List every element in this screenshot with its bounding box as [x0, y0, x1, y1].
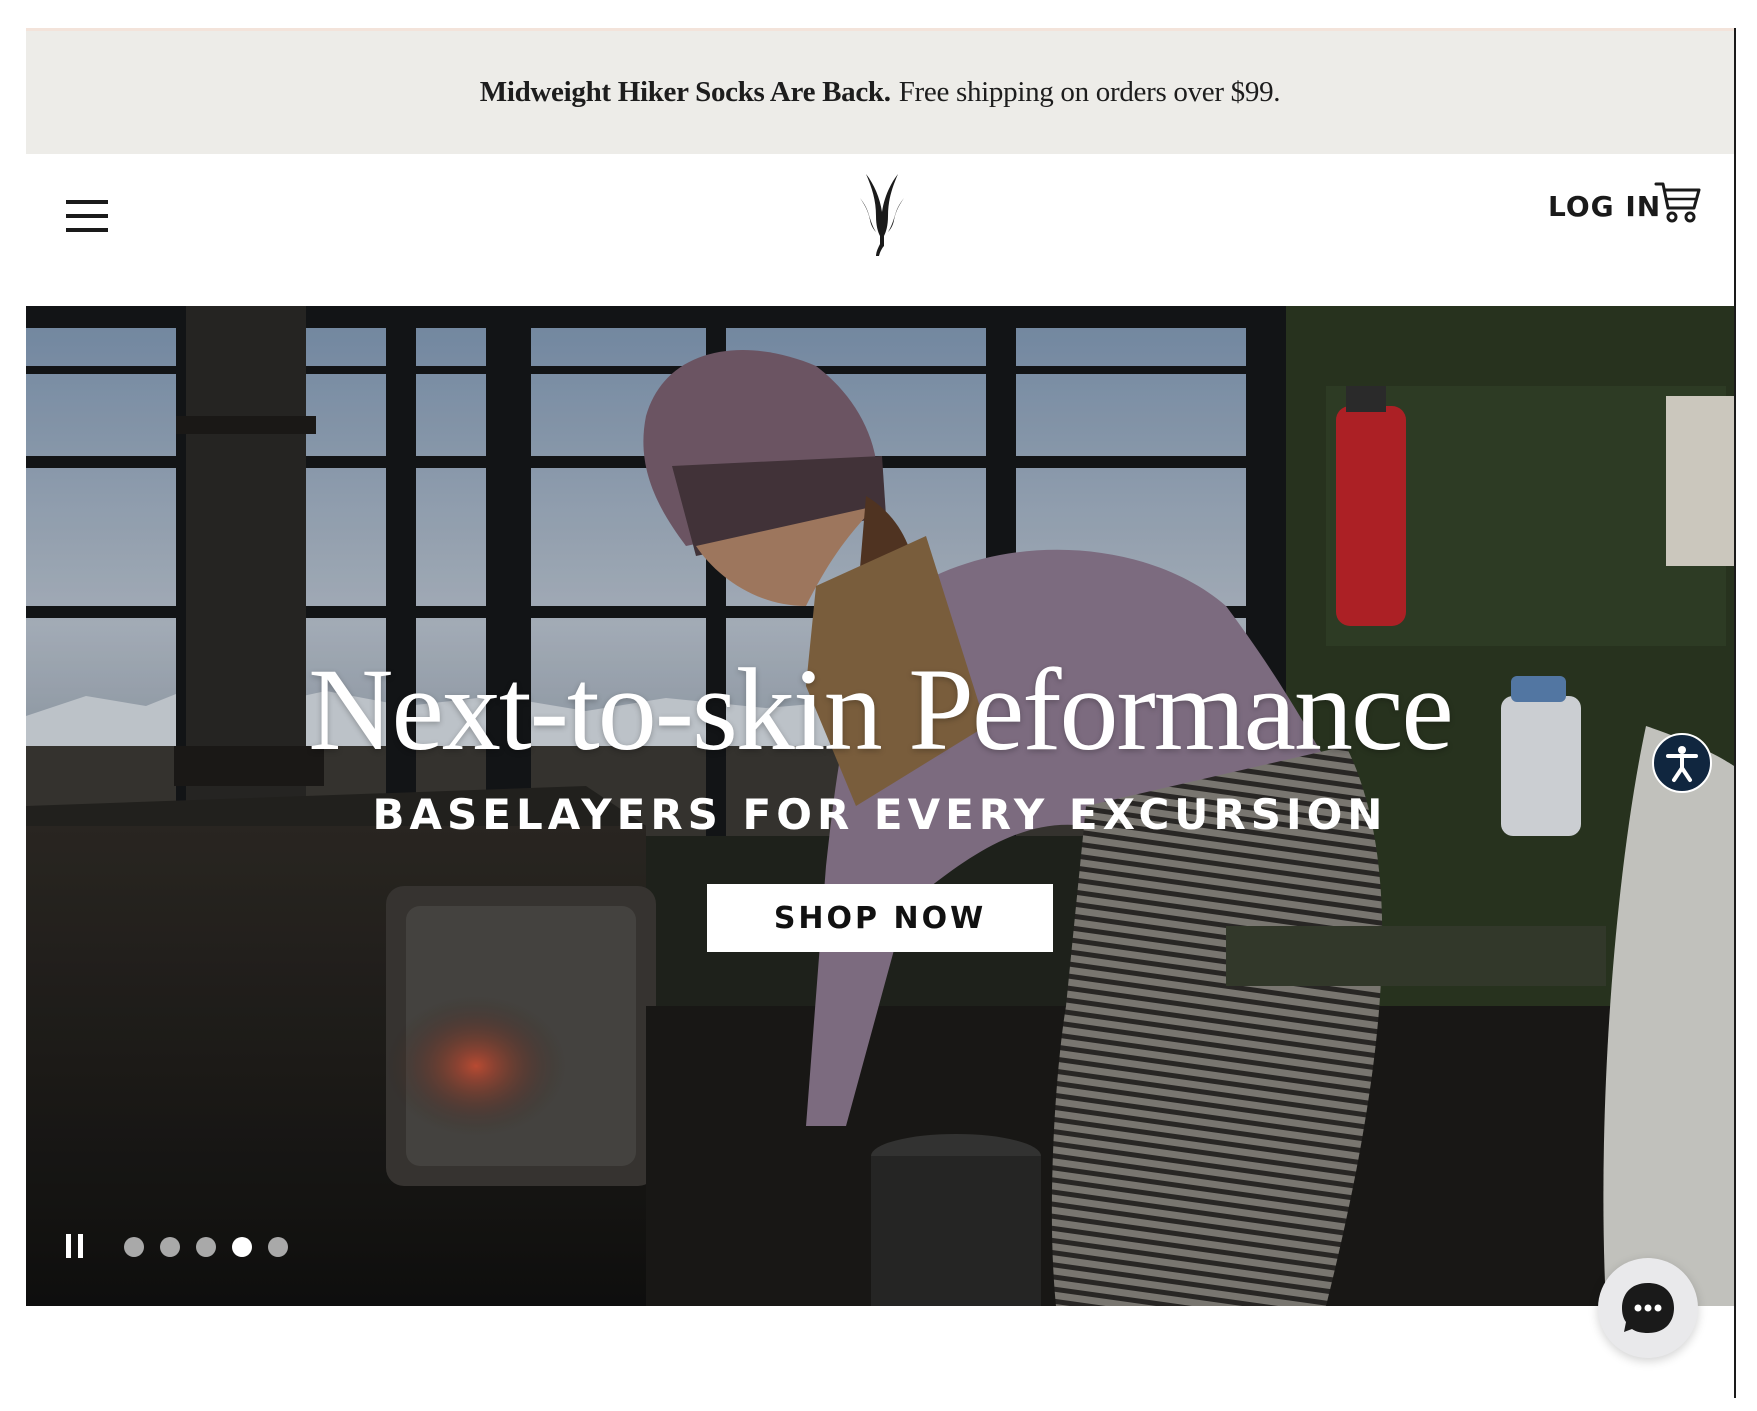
accessibility-icon[interactable]	[1652, 733, 1712, 793]
carousel-dot[interactable]	[196, 1237, 216, 1257]
page: Midweight Hiker Socks Are Back. Free shi…	[0, 0, 1757, 1411]
announcement-highlight: Midweight Hiker Socks Are Back.	[479, 76, 891, 108]
pause-icon[interactable]	[64, 1234, 86, 1258]
chat-icon[interactable]	[1598, 1258, 1698, 1358]
site-header: LOG IN	[26, 154, 1734, 306]
hero-banner: Next-to-skin Peformance BASELAYERS FOR E…	[26, 306, 1734, 1306]
shop-now-button[interactable]: SHOP NOW	[707, 884, 1053, 952]
announcement-text: Free shipping on orders over $99.	[898, 76, 1281, 108]
carousel-dot[interactable]	[232, 1237, 252, 1257]
hero-subtitle: BASELAYERS FOR EVERY EXCURSION	[372, 790, 1388, 839]
hamburger-menu-icon[interactable]	[66, 200, 108, 234]
announcement-bar[interactable]: Midweight Hiker Socks Are Back. Free shi…	[26, 28, 1734, 154]
carousel-dot[interactable]	[268, 1237, 288, 1257]
brand-logo[interactable]	[854, 170, 910, 260]
carousel-dots	[124, 1237, 288, 1257]
cart-icon[interactable]	[1654, 180, 1702, 224]
carousel-dot[interactable]	[160, 1237, 180, 1257]
carousel-dot[interactable]	[124, 1237, 144, 1257]
login-link[interactable]: LOG IN	[1548, 190, 1661, 223]
hero-title: Next-to-skin Peformance	[308, 644, 1453, 775]
window-edge	[1734, 28, 1736, 1398]
